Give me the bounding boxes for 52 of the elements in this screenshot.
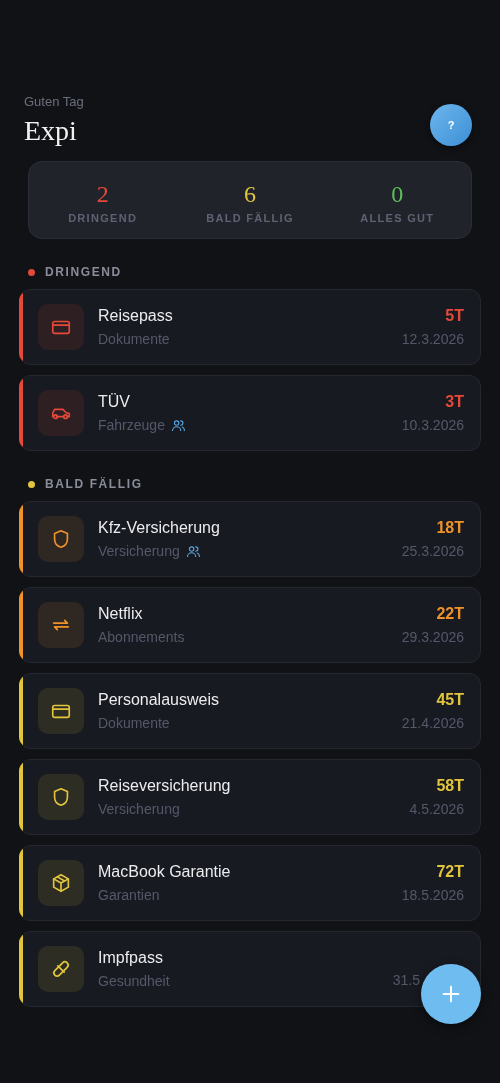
days-left: 45T <box>436 691 464 709</box>
box-icon <box>50 872 72 894</box>
item-category: Versicherung <box>98 801 180 817</box>
item-name: Kfz-Versicherung <box>98 519 221 537</box>
pill-icon <box>50 958 72 980</box>
count-label: ALLES GUT <box>360 211 435 224</box>
due-date: 10.3.2026 <box>401 417 464 433</box>
count-value: 0 <box>391 180 404 208</box>
item-category: Versicherung <box>98 543 180 559</box>
count-label: BALD FÄLLIG <box>206 211 294 224</box>
days-left: 3T <box>445 393 464 411</box>
item-category: Dokumente <box>98 715 170 731</box>
item-name: Impfpass <box>98 949 164 967</box>
item-name: MacBook Garantie <box>98 863 232 881</box>
item-name: TÜV <box>98 393 131 411</box>
count-value: 6 <box>244 180 256 208</box>
count-value: 2 <box>96 180 109 208</box>
item-category: Abonnements <box>98 629 185 645</box>
due-date: 12.3.2026 <box>401 331 464 347</box>
item-card[interactable]: Netflix Abonnements 22T 29.3.2026 <box>19 587 481 663</box>
item-name: Reisepass <box>98 307 174 325</box>
due-date: 31.5 <box>392 972 420 988</box>
item-card[interactable]: Reisepass Dokumente 5T 12.3.2026 <box>19 289 481 365</box>
due-date: 25.3.2026 <box>401 543 464 559</box>
item-category: Gesundheit <box>98 973 170 989</box>
item-name: Reiseversicherung <box>98 777 232 795</box>
item-card[interactable]: Reiseversicherung Versicherung 58T 4.5.2026 <box>19 759 481 835</box>
days-left: 58T <box>436 777 464 795</box>
due-date: 29.3.2026 <box>401 629 464 645</box>
item-card[interactable]: MacBook Garantie Garantien 72T 18.5.2026 <box>19 845 481 921</box>
due-date: 18.5.2026 <box>401 887 464 903</box>
plus-icon <box>440 983 462 1005</box>
days-left: 5T <box>445 307 464 325</box>
section-title: BALD FÄLLIG <box>45 477 143 491</box>
days-left: 18T <box>436 519 464 537</box>
item-category: Dokumente <box>98 331 170 347</box>
item-name: Personalausweis <box>98 691 220 709</box>
item-card[interactable]: Impfpass Gesundheit 31.5 <box>19 931 481 1007</box>
item-card[interactable]: Kfz-Versicherung Versicherung 18T 25.3.2026 <box>19 501 481 577</box>
due-date: 21.4.2026 <box>401 715 464 731</box>
greeting-text: Guten Tag <box>24 94 84 109</box>
item-category: Fahrzeuge <box>98 417 165 433</box>
item-category: Garantien <box>98 887 160 903</box>
item-card[interactable]: TÜV Fahrzeuge 3T 10.3.2026 <box>19 375 481 451</box>
item-card[interactable]: Personalausweis Dokumente 45T 21.4.2026 <box>19 673 481 749</box>
item-name: Netflix <box>98 605 144 623</box>
section-title: DRINGEND <box>45 265 122 279</box>
app-title: Expi <box>24 115 77 147</box>
count-label: DRINGEND <box>68 211 138 224</box>
due-date: 4.5.2026 <box>409 801 464 817</box>
days-left: 72T <box>436 863 464 881</box>
days-left: 22T <box>436 605 464 623</box>
